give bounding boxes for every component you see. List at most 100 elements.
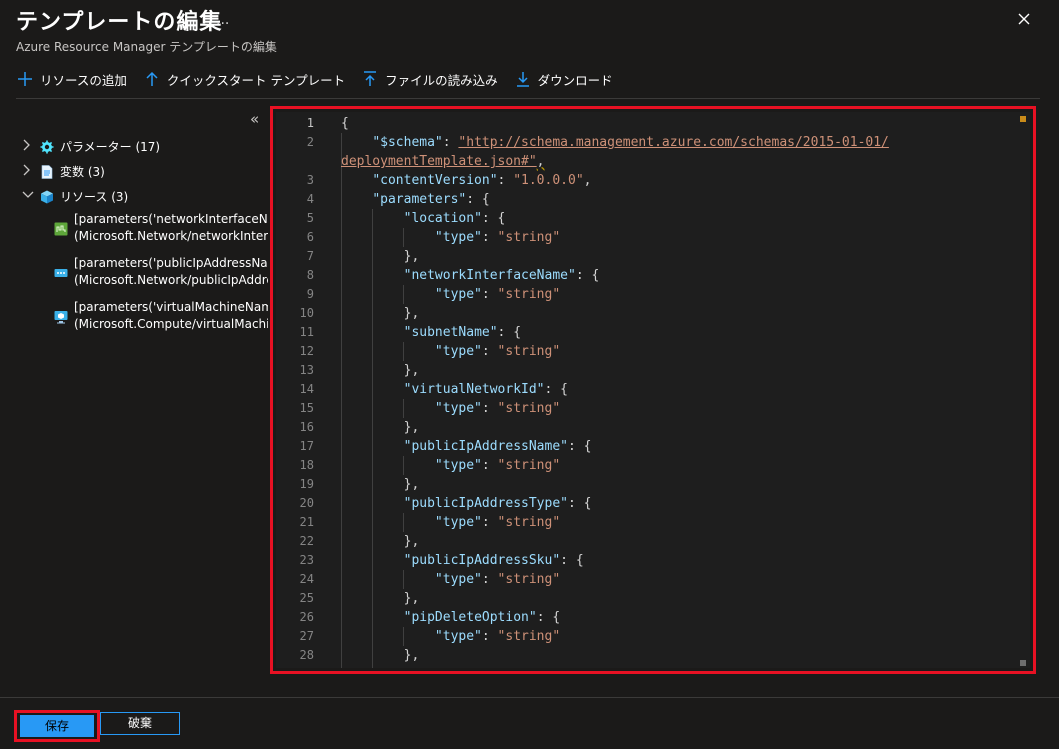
- line-number: 22: [299, 534, 314, 548]
- line-number: 28: [299, 648, 314, 662]
- download-icon: [516, 72, 529, 87]
- line-number: 17: [299, 439, 314, 453]
- code-line: "virtualNetworkId": {: [403, 382, 568, 397]
- code-line: "virtualMachineName": {: [341, 665, 584, 668]
- tree-node-label: パラメーター (17): [60, 140, 161, 154]
- add-resource-button[interactable]: リソースの追加: [16, 70, 127, 89]
- tree-node-resources[interactable]: リソース (3): [22, 186, 268, 207]
- line-number: 26: [299, 610, 314, 624]
- gear-icon: [40, 140, 54, 153]
- save-button[interactable]: 保存: [20, 715, 94, 737]
- code-line: "type": "string": [434, 230, 561, 245]
- header: テンプレートの編集 ··· Azure Resource Manager テンプ…: [16, 8, 277, 54]
- document-icon: [41, 164, 53, 179]
- code-line: "contentVersion": "1.0.0.0",: [372, 173, 592, 188]
- resource-type: (Microsoft.Compute/virtualMachines): [74, 317, 268, 331]
- code-line: "networkInterfaceName": {: [403, 268, 600, 283]
- code-line: {: [341, 116, 349, 131]
- toolbar-divider: [16, 98, 1040, 99]
- code-line: deploymentTemplate.json#",: [341, 154, 545, 169]
- quickstart-template-label: クイックスタート テンプレート: [166, 72, 346, 88]
- line-number: 3: [306, 173, 314, 187]
- code-line: "publicIpAddressName": {: [403, 439, 592, 454]
- discard-button[interactable]: 破棄: [100, 712, 180, 735]
- code-line: },: [341, 249, 420, 264]
- line-number: 24: [299, 572, 314, 586]
- plus-icon: [18, 72, 32, 86]
- line-number: 23: [299, 553, 314, 567]
- close-button[interactable]: [1014, 9, 1034, 29]
- resource-list: [parameters('networkInterfaceName')] (Mi…: [54, 211, 268, 343]
- chevron-down-icon: [22, 190, 36, 203]
- quickstart-template-button[interactable]: クイックスタート テンプレート: [143, 70, 345, 89]
- line-number: 9: [306, 287, 314, 301]
- code-line: },: [341, 591, 420, 606]
- code-line: },: [341, 420, 420, 435]
- line-number: 27: [299, 629, 314, 643]
- network-interface-icon: [54, 222, 68, 236]
- code-line: "type": "string": [434, 458, 561, 473]
- public-ip-icon: [54, 269, 68, 277]
- upload-icon: [364, 71, 377, 86]
- arrow-up-icon: [146, 71, 158, 86]
- line-number: 20: [299, 496, 314, 510]
- line-number: 16: [299, 420, 314, 434]
- chevron-right-icon: [22, 139, 36, 154]
- line-number: 19: [299, 477, 314, 491]
- code-line: "parameters": {: [372, 192, 490, 207]
- line-number: 1: [306, 116, 314, 130]
- line-number: 5: [306, 211, 314, 225]
- resource-name: [parameters('virtualMachineName')]: [74, 300, 268, 314]
- save-highlight-frame: 保存: [14, 710, 100, 742]
- load-file-label: ファイルの読み込み: [385, 72, 498, 88]
- line-number: 6: [306, 230, 314, 244]
- resource-item[interactable]: [parameters('publicIpAddressName')] (Mic…: [54, 255, 268, 299]
- more-options-button[interactable]: ···: [216, 16, 229, 32]
- code-line: },: [341, 648, 420, 663]
- page-subtitle: Azure Resource Manager テンプレートの編集: [16, 40, 277, 54]
- line-number: 21: [299, 515, 314, 529]
- code-editor[interactable]: 1 {2 "$schema": "http://schema.management…: [276, 112, 1030, 668]
- code-line: },: [341, 306, 420, 321]
- scrollbar-thumb[interactable]: [1020, 660, 1026, 666]
- line-number: 8: [306, 268, 314, 282]
- load-file-button[interactable]: ファイルの読み込み: [361, 70, 498, 89]
- template-outline: パラメーター (17) 変数 (3) リソース (3) [parameters(…: [22, 136, 268, 343]
- code-line: "subnetName": {: [403, 325, 522, 340]
- code-line: "location": {: [403, 211, 506, 226]
- footer-divider: [0, 697, 1059, 698]
- toolbar: リソースの追加 クイックスタート テンプレート ファイルの読み込み ダウンロード: [16, 68, 629, 90]
- download-button[interactable]: ダウンロード: [514, 70, 613, 89]
- code-line: "type": "string": [434, 629, 561, 644]
- page-title: テンプレートの編集: [16, 10, 223, 35]
- close-icon: [1018, 13, 1030, 25]
- code-line: "type": "string": [434, 401, 561, 416]
- line-number: 11: [299, 325, 314, 339]
- line-number: 13: [299, 363, 314, 377]
- tree-node-label: リソース (3): [60, 190, 129, 204]
- line-number: 7: [306, 249, 314, 263]
- resource-type: (Microsoft.Network/publicIpAddresses): [74, 273, 268, 287]
- editor-scrollbar[interactable]: [1018, 114, 1026, 666]
- chevron-right-icon: [22, 164, 36, 179]
- collapse-panel-button[interactable]: «: [250, 110, 259, 128]
- overview-ruler-marker: [1020, 116, 1026, 122]
- tree-node-label: 変数 (3): [60, 165, 105, 179]
- code-line: },: [341, 534, 420, 549]
- resource-name: [parameters('publicIpAddressName')]: [74, 256, 268, 270]
- line-number: 15: [299, 401, 314, 415]
- code-line: "publicIpAddressType": {: [403, 496, 592, 511]
- code-line: "pipDeleteOption": {: [403, 610, 561, 625]
- resource-item[interactable]: [parameters('virtualMachineName')] (Micr…: [54, 299, 268, 343]
- code-line: "type": "string": [434, 572, 561, 587]
- resource-item[interactable]: [parameters('networkInterfaceName')] (Mi…: [54, 211, 268, 255]
- tree-node-parameters[interactable]: パラメーター (17): [22, 136, 268, 157]
- code-line: },: [341, 363, 420, 378]
- tree-node-variables[interactable]: 変数 (3): [22, 161, 268, 182]
- code-line: "type": "string": [434, 344, 561, 359]
- line-number: 25: [299, 591, 314, 605]
- line-number: 14: [299, 382, 314, 396]
- add-resource-label: リソースの追加: [40, 72, 127, 88]
- line-number: 10: [299, 306, 314, 320]
- line-number: 18: [299, 458, 314, 472]
